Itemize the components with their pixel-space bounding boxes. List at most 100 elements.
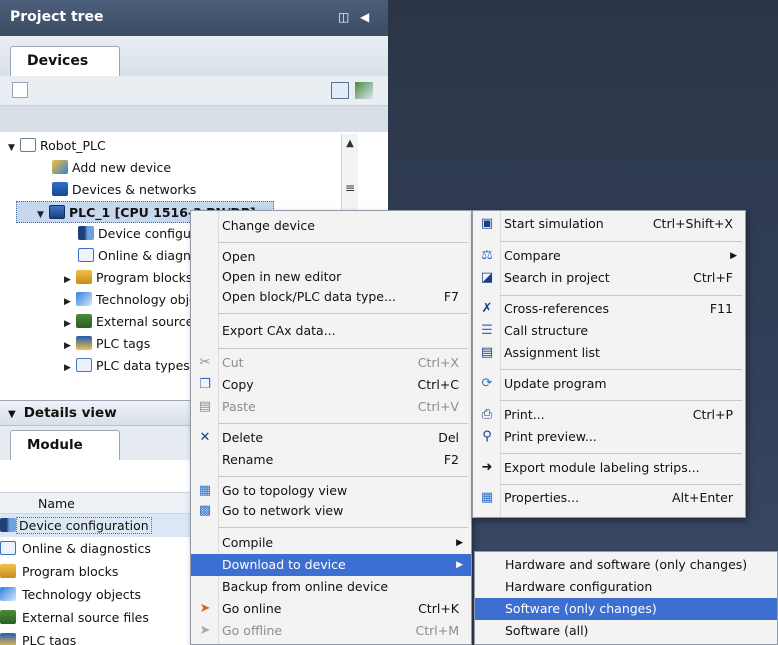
project-tree-tabstrip: Devices [0,36,388,76]
menu-item-start-simulation[interactable]: ▣ Start simulation Ctrl+Shift+X [473,213,745,235]
properties-icon: ▦ [480,490,494,505]
plc-tags-icon [76,336,92,350]
external-sources-icon [0,610,16,624]
tab-devices-label: Devices [27,53,89,69]
menu-item-properties[interactable]: ▦ Properties... Alt+Enter [473,487,745,509]
submenu-arrow-icon: ▶ [456,538,463,548]
expand-arrow-icon[interactable]: ▼ [8,137,20,159]
menu-item-copy[interactable]: ❐ Copy Ctrl+C [191,374,471,396]
submenu-item-hardware-config[interactable]: Hardware configuration [475,576,777,598]
cpu-icon [49,205,65,219]
print-preview-icon: ⚲ [482,429,492,444]
collapse-panel-icon[interactable]: ◀ [360,10,369,24]
print-icon: ⎙ [481,407,493,422]
project-icon [20,138,36,152]
program-blocks-icon [76,270,92,284]
menu-item-download-to-device[interactable]: Download to device ▶ [191,554,471,576]
menu-item-export-labeling[interactable]: ➜ Export module labeling strips... [473,457,745,479]
technology-objects-icon [0,587,16,601]
menu-item-network-view[interactable]: ▩ Go to network view [191,500,471,522]
expand-arrow-icon[interactable]: ▶ [64,335,76,357]
panel-layout-icon[interactable]: ◫ [338,10,349,24]
menu-item-go-offline[interactable]: ➤ Go offline Ctrl+M [191,620,471,642]
device-config-icon [78,226,94,240]
new-item-icon[interactable] [12,82,28,98]
go-offline-icon: ➤ [199,623,211,638]
menu-item-open-new-editor[interactable]: Open in new editor [191,266,471,288]
submenu-item-software-all[interactable]: Software (all) [475,620,777,642]
device-config-icon [0,518,16,532]
scroll-up-icon[interactable]: ▲ [342,136,358,152]
network-icon: ▩ [198,503,212,518]
expand-arrow-icon[interactable]: ▼ [37,204,49,226]
expand-arrow-icon[interactable]: ▶ [64,357,76,379]
collapse-details-icon[interactable]: ▼ [8,409,16,420]
menu-item-assignment-list[interactable]: ▤ Assignment list [473,342,745,364]
submenu-item-software-changes[interactable]: Software (only changes) [475,598,777,620]
simulation-icon: ▣ [480,216,494,231]
project-tree-title: Project tree [10,9,104,25]
menu-item-compare[interactable]: ⚖ Compare ▶ [473,245,745,267]
cross-references-icon: ✗ [481,301,493,316]
menu-item-update-program[interactable]: ⟳ Update program [473,373,745,395]
project-tree-toolbar [0,76,388,106]
menu-item-rename[interactable]: Rename F2 [191,449,471,471]
menu-item-cut[interactable]: ✂ Cut Ctrl+X [191,352,471,374]
tree-item-robot-plc[interactable]: ▼ Robot_PLC [8,135,106,157]
search-project-icon: ◪ [480,270,494,285]
context-menu-secondary: ▣ Start simulation Ctrl+Shift+X ⚖ Compare ▶ … [472,210,746,518]
project-tree-titlebar: Project tree ◫ ◀ [0,0,388,36]
menu-item-print-preview[interactable]: ⚲ Print preview... [473,426,745,448]
program-blocks-icon [0,564,16,578]
tree-header-strip [0,106,388,132]
compare-icon: ⚖ [481,248,493,263]
menu-item-open-block[interactable]: Open block/PLC data type... F7 [191,286,471,308]
submenu-item-hw-sw-changes[interactable]: Hardware and software (only changes) [475,554,777,576]
copy-icon: ❐ [199,377,211,392]
overview-icon[interactable] [331,82,349,99]
sync-icon[interactable] [355,82,373,99]
call-structure-icon: ☰ [481,323,493,338]
tree-item-add-new-device[interactable]: Add new device [52,157,171,179]
expand-arrow-icon[interactable]: ▶ [64,269,76,291]
menu-item-export-cax[interactable]: Export CAx data... [191,320,471,342]
expand-arrow-icon[interactable]: ▶ [64,291,76,313]
menu-item-change-device[interactable]: Change device [191,215,471,237]
technology-objects-icon [76,292,92,306]
topology-icon: ▦ [198,483,212,498]
submenu-arrow-icon: ▶ [456,560,463,570]
diagnostics-icon [78,248,94,262]
diagnostics-icon [0,541,16,555]
export-arrow-icon: ➜ [481,460,493,475]
tab-devices[interactable]: Devices [10,46,120,76]
add-device-icon [52,160,68,174]
tree-item-plc-tags[interactable]: ▶ PLC tags [64,333,150,355]
tab-module[interactable]: Module [10,430,120,460]
context-menu-main: Change device Open Open in new editor Op… [190,210,472,645]
tab-module-label: Module [27,437,83,453]
menu-item-paste[interactable]: ▤ Paste Ctrl+V [191,396,471,418]
tree-item-devices-networks[interactable]: Devices & networks [52,179,196,201]
tree-item-program-blocks[interactable]: ▶ Program blocks [64,267,192,289]
menu-item-print[interactable]: ⎙ Print... Ctrl+P [473,404,745,426]
details-view-title: Details view [23,405,117,421]
plc-tags-icon [0,633,16,645]
menu-item-compile[interactable]: Compile ▶ [191,532,471,554]
assignment-list-icon: ▤ [480,345,494,360]
go-online-icon: ➤ [199,601,211,616]
tree-item-plc-data-types[interactable]: ▶ PLC data types [64,355,190,377]
menu-item-search-project[interactable]: ◪ Search in project Ctrl+F [473,267,745,289]
menu-item-topology-view[interactable]: ▦ Go to topology view [191,480,471,502]
menu-item-go-online[interactable]: ➤ Go online Ctrl+K [191,598,471,620]
scroll-grip-icon[interactable]: ≡ [342,180,358,196]
menu-item-call-structure[interactable]: ☰ Call structure [473,320,745,342]
submenu-arrow-icon: ▶ [730,251,737,261]
expand-arrow-icon[interactable]: ▶ [64,313,76,335]
paste-icon: ▤ [198,399,212,414]
menu-item-backup[interactable]: Backup from online device [191,576,471,598]
menu-item-delete[interactable]: ✕ Delete Del [191,427,471,449]
scissors-icon: ✂ [199,355,211,370]
menu-item-open[interactable]: Open [191,246,471,268]
plc-data-types-icon [76,358,92,372]
menu-item-cross-references[interactable]: ✗ Cross-references F11 [473,298,745,320]
